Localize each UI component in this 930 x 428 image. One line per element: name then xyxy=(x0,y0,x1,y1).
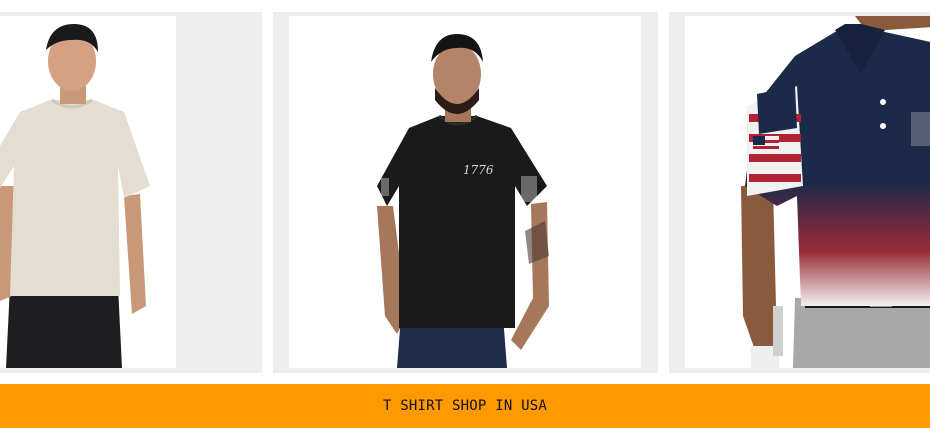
product-card-black-1776-tshirt[interactable]: 1776 xyxy=(273,12,658,373)
product-card-american-flag-polo[interactable] xyxy=(669,12,930,373)
shop-banner[interactable]: T SHIRT SHOP IN USA xyxy=(0,384,930,428)
shirt-print-1776: 1776 xyxy=(463,163,494,177)
product-image-american-flag-polo[interactable] xyxy=(685,16,930,368)
product-carousel: 1776 xyxy=(0,0,930,384)
banner-title: T SHIRT SHOP IN USA xyxy=(383,398,547,414)
product-card-beige-tshirt[interactable] xyxy=(0,12,262,373)
product-image-black-1776-tshirt[interactable]: 1776 xyxy=(289,16,641,368)
product-image-beige-tshirt[interactable] xyxy=(0,16,176,368)
